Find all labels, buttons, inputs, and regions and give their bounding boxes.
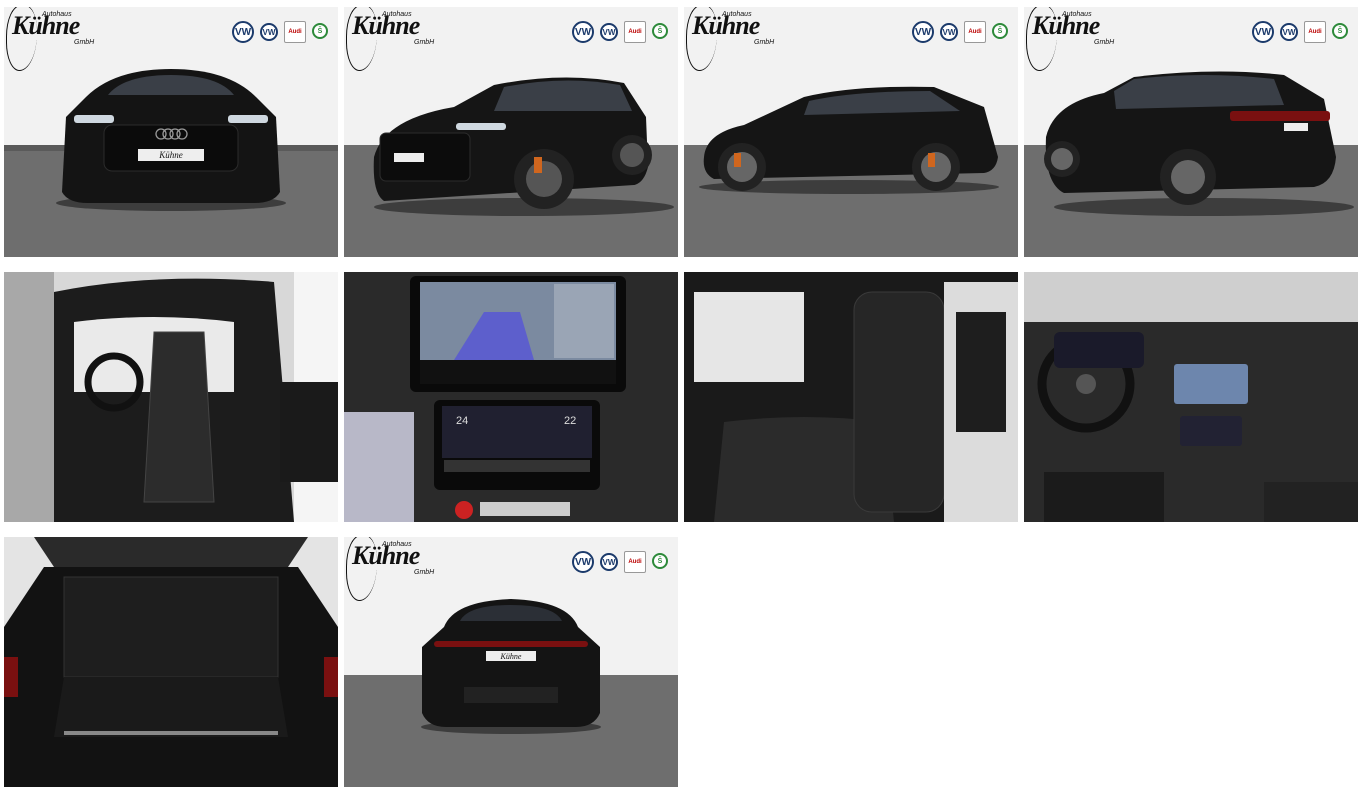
skoda-logo-icon: Š <box>312 23 328 39</box>
gallery-photo-rear[interactable]: Kühne Autohaus Kühne GmbH VW VW Audi Š <box>344 537 678 787</box>
car-rear-image: Kühne <box>344 537 678 787</box>
svg-text:22: 22 <box>564 415 576 427</box>
brand-badges: VW VW Audi Š <box>572 551 668 573</box>
vw-logo-icon: VW <box>1252 21 1274 43</box>
vw-logo-icon: VW <box>912 21 934 43</box>
vw-nutzfahrzeuge-logo-icon: VW <box>260 23 278 41</box>
gallery-photo-rear-three-quarter[interactable]: Autohaus Kühne GmbH VW VW Audi Š <box>1024 7 1358 257</box>
photo-gallery: Kühne Autohaus Kühne GmbH VW VW Audi Š A… <box>0 0 1363 787</box>
dealer-logo: Autohaus Kühne GmbH <box>686 7 774 71</box>
brand-badges: VW VW Audi Š <box>1252 21 1348 43</box>
dealer-logo: Autohaus Kühne GmbH <box>6 7 94 71</box>
gallery-photo-center-console[interactable]: 24 22 <box>344 272 678 522</box>
rear-seats-image <box>684 272 1018 522</box>
audi-service-logo-icon: Audi <box>624 551 646 573</box>
audi-service-logo-icon: Audi <box>624 21 646 43</box>
svg-text:24: 24 <box>456 415 468 427</box>
vw-logo-icon: VW <box>572 551 594 573</box>
skoda-logo-icon: Š <box>1332 23 1348 39</box>
vw-nutzfahrzeuge-logo-icon: VW <box>600 553 618 571</box>
gallery-photo-front-three-quarter[interactable]: Autohaus Kühne GmbH VW VW Audi Š <box>344 7 678 257</box>
brand-badges: VW VW Audi Š <box>232 21 328 43</box>
dealer-logo: Autohaus Kühne GmbH <box>1026 7 1114 71</box>
vw-nutzfahrzeuge-logo-icon: VW <box>600 23 618 41</box>
brand-badges: VW VW Audi Š <box>572 21 668 43</box>
interior-front-seat-image <box>4 272 338 522</box>
gallery-photo-rear-seats[interactable] <box>684 272 1018 522</box>
audi-service-logo-icon: Audi <box>964 21 986 43</box>
vw-nutzfahrzeuge-logo-icon: VW <box>1280 23 1298 41</box>
car-rear-three-quarter-image <box>1024 7 1358 257</box>
gallery-photo-front[interactable]: Kühne Autohaus Kühne GmbH VW VW Audi Š <box>4 7 338 257</box>
audi-service-logo-icon: Audi <box>1304 21 1326 43</box>
dealer-logo: Autohaus Kühne GmbH <box>346 7 434 71</box>
brand-badges: VW VW Audi Š <box>912 21 1008 43</box>
audi-service-logo-icon: Audi <box>284 21 306 43</box>
vw-logo-icon: VW <box>232 21 254 43</box>
svg-text:Kühne: Kühne <box>158 150 183 160</box>
gallery-photo-trunk[interactable] <box>4 537 338 787</box>
car-front-image: Kühne <box>4 7 338 257</box>
gallery-photo-dashboard[interactable] <box>1024 272 1358 522</box>
trunk-image <box>4 537 338 787</box>
skoda-logo-icon: Š <box>652 23 668 39</box>
dealer-logo: Autohaus Kühne GmbH <box>346 537 434 601</box>
dashboard-image <box>1024 272 1358 522</box>
car-front-three-quarter-image <box>344 7 678 257</box>
gallery-photo-interior-front-seat[interactable] <box>4 272 338 522</box>
vw-logo-icon: VW <box>572 21 594 43</box>
license-plate-text: Kühne <box>500 652 522 661</box>
vw-nutzfahrzeuge-logo-icon: VW <box>940 23 958 41</box>
center-console-image: 24 22 <box>344 272 678 522</box>
gallery-photo-side[interactable]: Autohaus Kühne GmbH VW VW Audi Š <box>684 7 1018 257</box>
skoda-logo-icon: Š <box>652 553 668 569</box>
car-side-image <box>684 7 1018 257</box>
skoda-logo-icon: Š <box>992 23 1008 39</box>
